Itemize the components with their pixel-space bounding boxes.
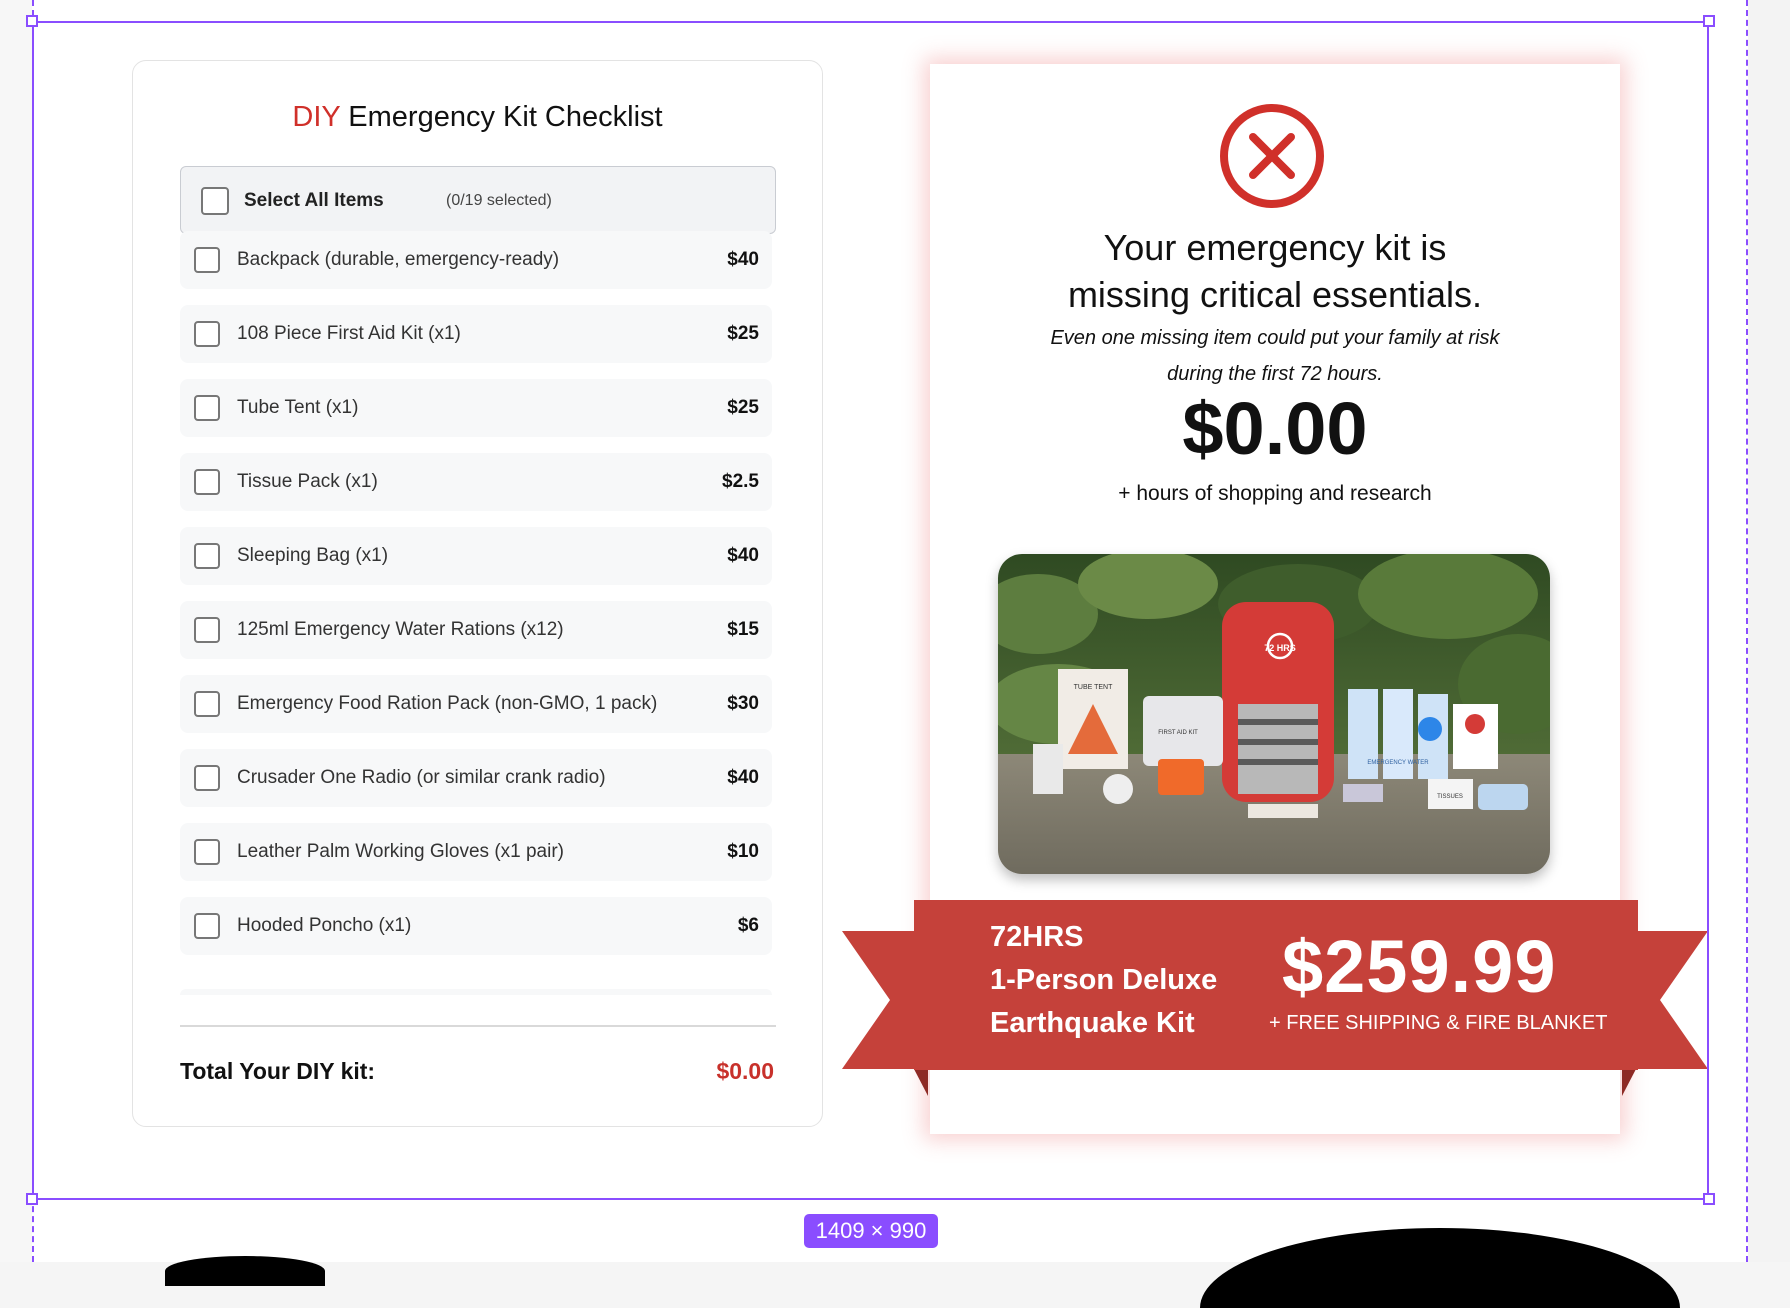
editor-canvas: DIY Emergency Kit Checklist Select All I… (0, 0, 1790, 1308)
canvas-margin-right (1748, 0, 1790, 1262)
resize-handle-top-left[interactable] (26, 15, 38, 27)
canvas-margin-left (0, 0, 32, 1262)
selection-frame[interactable] (32, 21, 1709, 1200)
dimension-badge: 1409 × 990 (804, 1214, 938, 1248)
resize-handle-bottom-left[interactable] (26, 1193, 38, 1205)
resize-handle-top-right[interactable] (1703, 15, 1715, 27)
decorative-wave-left (165, 1256, 325, 1286)
decorative-wave-right (1200, 1228, 1680, 1308)
resize-handle-bottom-right[interactable] (1703, 1193, 1715, 1205)
guide-line-right (1746, 0, 1748, 1262)
